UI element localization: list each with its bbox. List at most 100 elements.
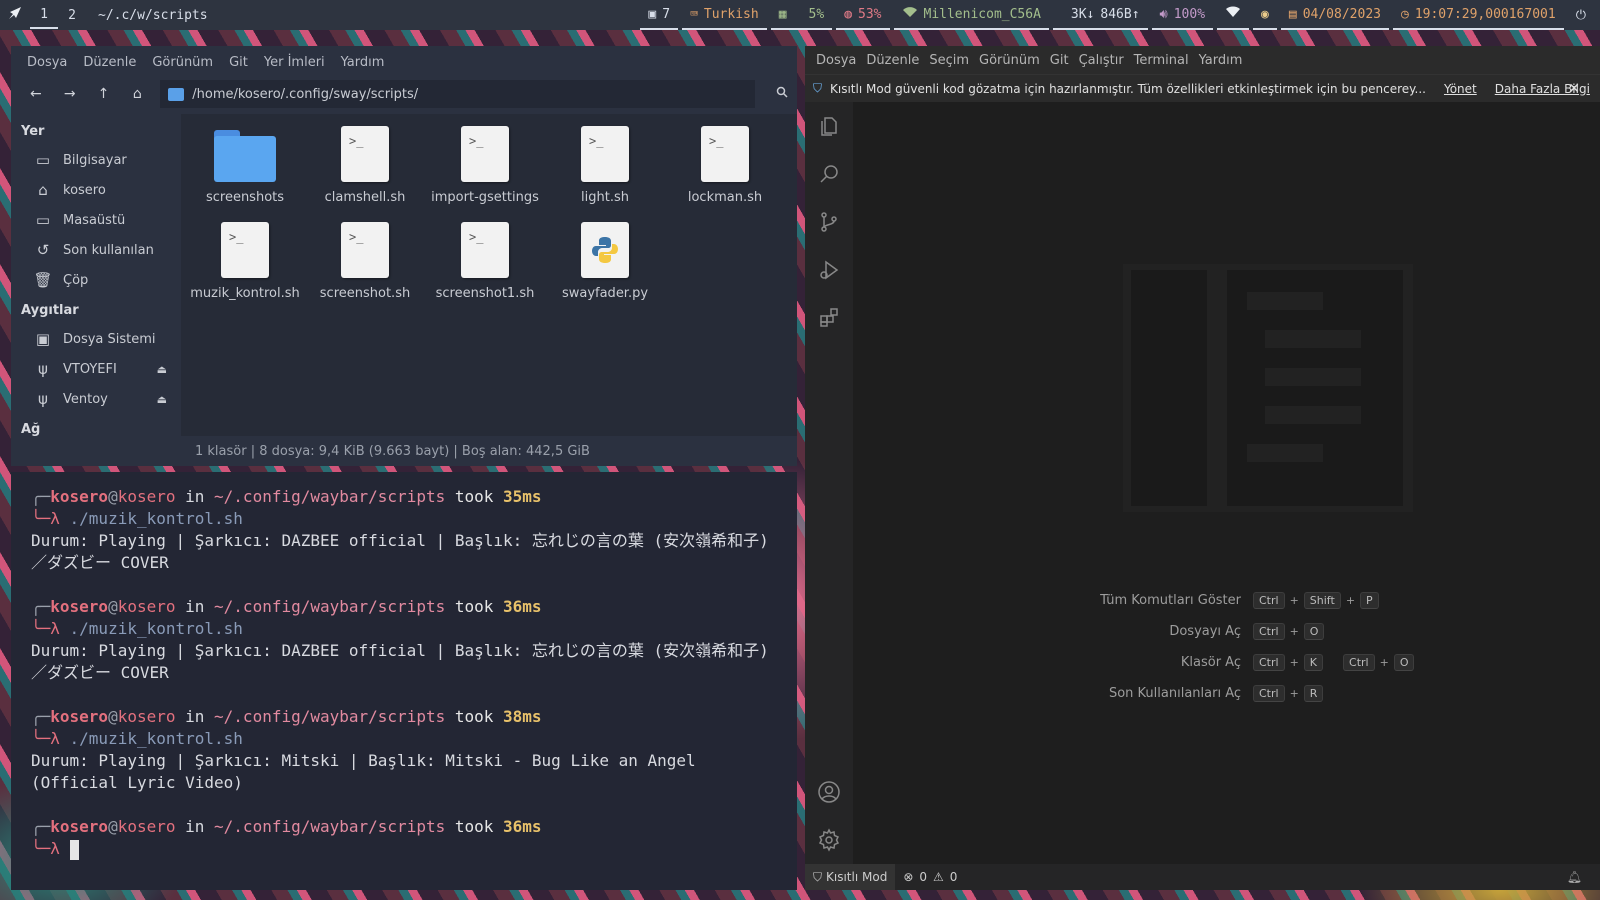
prompt-host: kosero bbox=[117, 707, 176, 726]
computer-icon: ▭ bbox=[35, 151, 51, 169]
desktop-icon: ▭ bbox=[35, 211, 51, 229]
vs-menu-edit[interactable]: Düzenle bbox=[861, 53, 924, 68]
terminal-block: ╭─kosero@kosero in ~/.config/waybar/scri… bbox=[31, 596, 797, 684]
shortcut-row-open-folder[interactable]: Klasör Aç Ctrl + K Ctrl + O bbox=[1053, 654, 1453, 671]
fm-menu-view[interactable]: Görünüm bbox=[144, 55, 221, 70]
restricted-mode-badge[interactable]: ⛉ Kısıtlı Mod bbox=[805, 864, 896, 890]
script-file-icon: >_ bbox=[581, 126, 629, 182]
manage-link[interactable]: Yönet bbox=[1444, 82, 1477, 96]
search-icon[interactable] bbox=[805, 150, 853, 198]
vs-menu-selection[interactable]: Seçim bbox=[924, 53, 974, 68]
volume-module[interactable]: 🔊︎ 100% bbox=[1151, 0, 1214, 30]
workspace-2[interactable]: 2 bbox=[58, 2, 86, 28]
vs-menu-help[interactable]: Yardım bbox=[1194, 53, 1248, 68]
key-plus: + bbox=[1289, 625, 1299, 638]
workspace-1[interactable]: 1 bbox=[30, 1, 58, 29]
settings-gear-icon[interactable] bbox=[805, 816, 853, 864]
shortcut-row-open-recent[interactable]: Son Kullanılanları Aç Ctrl + R bbox=[1053, 685, 1453, 702]
close-icon[interactable]: ✕ bbox=[1568, 81, 1580, 97]
sidebar-item-vtoyefi[interactable]: ψ VTOYEFI ⏏ bbox=[11, 354, 181, 384]
calendar-icon: ▤ bbox=[1288, 6, 1297, 22]
file-item-import-gsettings[interactable]: >_ import-gsettings bbox=[425, 122, 545, 218]
error-icon: ⊗ bbox=[903, 870, 914, 884]
vs-menu-terminal[interactable]: Terminal bbox=[1129, 53, 1194, 68]
file-item-lockman[interactable]: >_ lockman.sh bbox=[665, 122, 785, 218]
power-module[interactable]: ⏻ bbox=[1568, 0, 1600, 30]
clock-module[interactable]: ◷ 19:07:29,000167001 bbox=[1392, 0, 1564, 30]
sidebar-item-filesystem[interactable]: ▣ Dosya Sistemi bbox=[11, 324, 181, 354]
prompt-border: ╭─ bbox=[31, 487, 51, 506]
file-item-muzik-kontrol[interactable]: >_ muzik_kontrol.sh bbox=[185, 218, 305, 314]
key: Ctrl bbox=[1343, 654, 1375, 671]
search-icon[interactable] bbox=[767, 86, 797, 102]
vs-menu-go[interactable]: Git bbox=[1045, 53, 1074, 68]
notifications-bell-icon[interactable]: 🔔︎ bbox=[1567, 870, 1582, 884]
sidebar-item-computer[interactable]: ▭ Bilgisayar bbox=[11, 145, 181, 175]
eject-icon[interactable]: ⏏ bbox=[157, 363, 167, 376]
vpn-module[interactable] bbox=[1217, 0, 1250, 30]
idle-inhibitor-module[interactable]: ◉ bbox=[1253, 0, 1277, 30]
shield-icon: ⛉ bbox=[813, 81, 823, 95]
vs-menu-file[interactable]: Dosya bbox=[811, 53, 861, 68]
notification-module[interactable]: ▣ 7 bbox=[640, 0, 679, 30]
home-icon[interactable]: ⌂ bbox=[120, 86, 154, 102]
sidebar-item-trash[interactable]: 🗑︎ Çöp bbox=[11, 265, 181, 295]
sidebar-item-label: VTOYEFI bbox=[63, 361, 117, 377]
wifi-ssid: Millenicom_C56A bbox=[923, 6, 1041, 22]
date-module[interactable]: ▤ 04/08/2023 bbox=[1280, 0, 1389, 30]
eject-icon[interactable]: ⏏ bbox=[157, 393, 167, 406]
folder-icon bbox=[214, 128, 276, 182]
network-module[interactable]: 3K↓ 846B↑ bbox=[1052, 0, 1148, 30]
sidebar-item-ventoy[interactable]: ψ Ventoy ⏏ bbox=[11, 384, 181, 414]
fm-menu-edit[interactable]: Düzenle bbox=[75, 55, 144, 70]
fm-menu-go[interactable]: Git bbox=[221, 55, 256, 70]
file-item-screenshot[interactable]: >_ screenshot.sh bbox=[305, 218, 425, 314]
location-bar[interactable]: /home/kosero/.config/sway/scripts/ bbox=[160, 80, 756, 108]
notification-count: 7 bbox=[662, 6, 671, 22]
prompt-at: @ bbox=[108, 817, 118, 836]
sidebar-item-recent[interactable]: ↺ Son kullanılan bbox=[11, 235, 181, 265]
fm-menu-file[interactable]: Dosya bbox=[19, 55, 75, 70]
shield-icon: ⛉ bbox=[813, 869, 823, 884]
editor-area: Tüm Komutları Göster Ctrl + Shift + P Dosy… bbox=[853, 102, 1600, 864]
shortcut-row-open-file[interactable]: Dosyayı Aç Ctrl + O bbox=[1053, 623, 1453, 640]
file-item-screenshots[interactable]: screenshots bbox=[185, 122, 305, 218]
file-item-swayfader[interactable]: swayfader.py bbox=[545, 218, 665, 314]
file-item-light[interactable]: >_ light.sh bbox=[545, 122, 665, 218]
command-line[interactable]: ╰─λ bbox=[31, 838, 797, 860]
forward-arrow-icon[interactable]: → bbox=[53, 86, 87, 102]
run-debug-icon[interactable] bbox=[805, 246, 853, 294]
sidebar-item-home[interactable]: ⌂ kosero bbox=[11, 175, 181, 205]
file-name: screenshot1.sh bbox=[435, 286, 535, 301]
launcher-icon[interactable] bbox=[0, 5, 30, 25]
back-arrow-icon[interactable]: ← bbox=[19, 86, 53, 102]
vs-menu-run[interactable]: Çalıştır bbox=[1074, 53, 1129, 68]
terminal-window[interactable]: ╭─kosero@kosero in ~/.config/waybar/scri… bbox=[11, 472, 797, 890]
extensions-icon[interactable] bbox=[805, 294, 853, 342]
wifi-module[interactable]: Millenicom_C56A bbox=[893, 0, 1049, 30]
recent-icon: ↺ bbox=[36, 241, 50, 259]
key: K bbox=[1303, 654, 1324, 671]
key-plus: + bbox=[1345, 594, 1356, 607]
account-icon[interactable] bbox=[805, 768, 853, 816]
prompt-took: took bbox=[445, 487, 504, 506]
prompt-path: ~/.config/waybar/scripts bbox=[214, 707, 446, 726]
keyboard-module[interactable]: ⌨ Turkish bbox=[682, 0, 767, 30]
cpu-module[interactable]: ▦ 5% bbox=[770, 0, 833, 30]
fm-menu-bookmarks[interactable]: Yer İmleri bbox=[256, 55, 333, 70]
file-item-screenshot1[interactable]: >_ screenshot1.sh bbox=[425, 218, 545, 314]
up-arrow-icon[interactable]: ↑ bbox=[87, 86, 121, 102]
prompt-in: in bbox=[175, 487, 215, 506]
key: O bbox=[1393, 654, 1415, 671]
source-control-icon[interactable] bbox=[805, 198, 853, 246]
shortcut-label: Dosyayı Aç bbox=[1169, 624, 1241, 639]
file-item-clamshell[interactable]: >_ clamshell.sh bbox=[305, 122, 425, 218]
explorer-icon[interactable] bbox=[805, 102, 853, 150]
fm-menu-help[interactable]: Yardım bbox=[333, 55, 393, 70]
sidebar-item-desktop[interactable]: ▭ Masaüstü bbox=[11, 205, 181, 235]
vs-menu-view[interactable]: Görünüm bbox=[974, 53, 1045, 68]
problems-indicator[interactable]: ⊗ 0 ⚠ 0 bbox=[903, 870, 957, 884]
memory-module[interactable]: ◍ 53% bbox=[836, 0, 890, 30]
shortcut-row-show-commands[interactable]: Tüm Komutları Göster Ctrl + Shift + P bbox=[1053, 592, 1453, 609]
file-grid: screenshots >_ clamshell.sh >_ import-gs… bbox=[181, 114, 797, 314]
